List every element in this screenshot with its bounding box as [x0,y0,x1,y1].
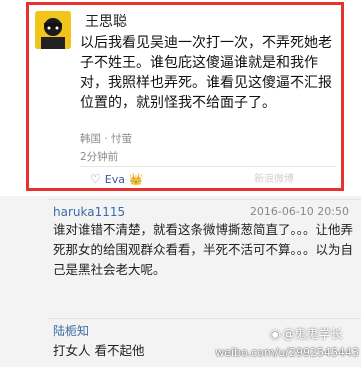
handle-text: @鬼鬼学长 [282,327,343,341]
like-user[interactable]: Eva [105,173,125,186]
avatar-icon [35,11,71,49]
post-text: 以后我看见吴迪一次打一次，不弄死她老子不姓王。谁包庇这傻逼谁就是和我作对，我照样… [80,35,332,111]
post-time: 2分钟前 [80,151,119,163]
divider [80,166,336,167]
weibo-watermark: 新浪微博 [254,174,294,185]
comment-item: haruka1115 2016-06-10 20:50 谁对谁错不清楚，就看这条… [0,199,361,314]
comment-time: 2016-06-10 20:50 [249,205,349,218]
crown-icon: 👑 [128,172,143,186]
comment-user[interactable]: haruka1115 [53,205,125,219]
comment-divider [48,199,361,200]
comment-text: 谁对谁错不清楚，就看这条微博撕葱简直了。。。让他弄死那女的给围观群众看看，半死不… [53,222,354,277]
handle-watermark: ◉ @鬼鬼学长 [270,325,343,342]
comment-user[interactable]: 陆栀知 [53,322,89,339]
weibo-icon: ◉ [270,326,281,341]
avatar[interactable] [35,11,71,49]
screenshot-panel: 王思聪 以后我看见吴迪一次打一次，不弄死她老子不姓王。谁包庇这傻逼谁就是和我作对… [0,0,361,196]
like-heart-icon: ♡ [90,172,101,186]
post-username[interactable]: 王思聪 [85,11,127,31]
post-source: 韩国 · 忖萤 [80,133,133,145]
comment-divider [48,318,361,319]
url-watermark: weibo.com/u/2992545443 [215,346,359,359]
like-row[interactable]: ♡ Eva 👑 [90,170,143,188]
